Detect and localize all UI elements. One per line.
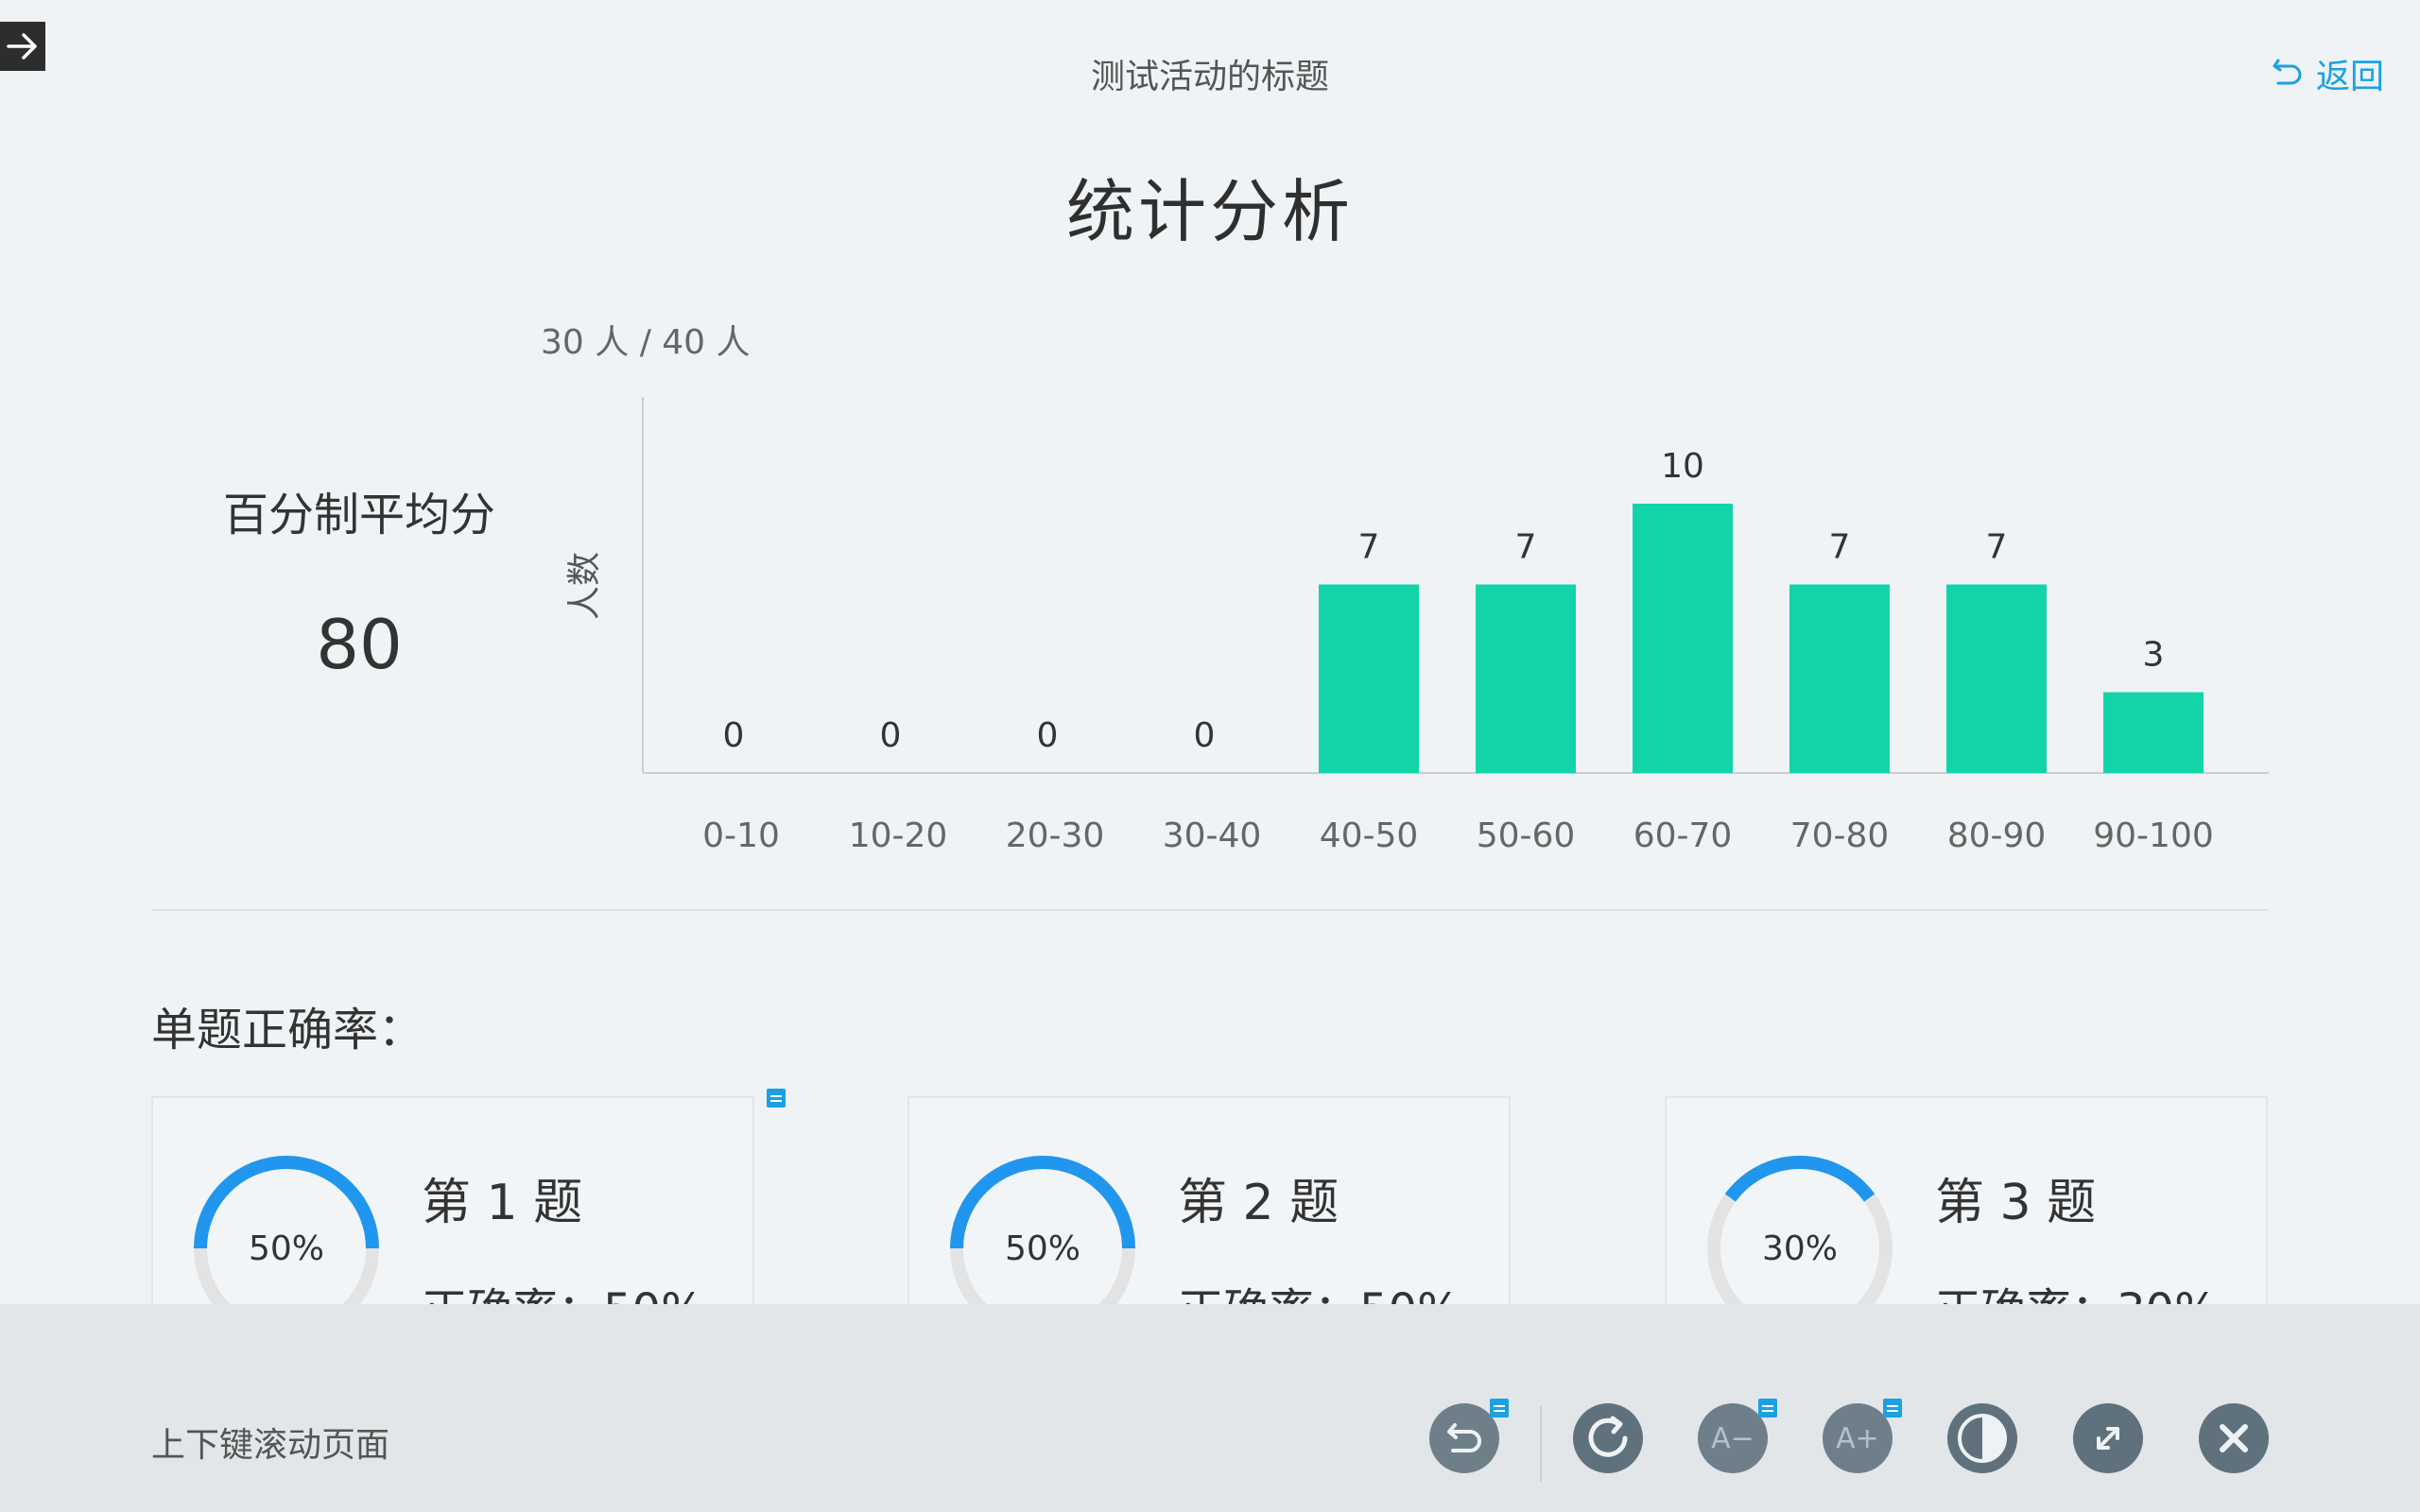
bar-50-60 [1476, 584, 1576, 773]
question-accuracy-title: 单题正确率： [151, 1004, 424, 1057]
y-axis-label: 人数 [565, 552, 604, 620]
average-score-value: 80 [316, 605, 403, 684]
tick-20-30: 20-30 [1006, 816, 1105, 850]
font-increase-button[interactable]: A+ [1823, 1403, 1893, 1473]
average-score-label: 百分制平均分 [223, 489, 496, 541]
undo-note-icon [1490, 1399, 1509, 1418]
note-icon[interactable] [767, 1089, 786, 1108]
back-label: 返回 [2315, 58, 2384, 96]
bar-value-90-100: 3 [2143, 636, 2165, 675]
refresh-button[interactable] [1573, 1403, 1643, 1473]
contrast-button[interactable] [1947, 1403, 2017, 1473]
scroll-hint: 上下键滚动页面 [151, 1426, 390, 1465]
tick-50-60: 50-60 [1477, 816, 1576, 850]
bar-60-70 [1633, 504, 1733, 773]
bar-70-80 [1789, 584, 1890, 773]
tick-0-10: 0-10 [702, 816, 780, 850]
font-increase-note-icon [1883, 1399, 1902, 1418]
contrast-icon [1958, 1414, 2007, 1463]
section-divider [151, 909, 2269, 911]
toolbar-separator [1540, 1406, 1542, 1482]
font-decrease-button[interactable]: A− [1698, 1403, 1768, 1473]
bar-value-0-10: 0 [723, 716, 745, 755]
tick-10-20: 10-20 [849, 816, 948, 850]
bar-80-90 [1946, 584, 2047, 773]
score-distribution-chart: 人数 0 0-10 0 10-20 0 20-30 0 30-40 7 40-50 7 50-60 10 6… [565, 397, 2269, 850]
tick-70-80: 70-80 [1790, 816, 1890, 850]
refresh-icon [1588, 1416, 1628, 1457]
tick-60-70: 60-70 [1634, 816, 1733, 850]
tick-40-50: 40-50 [1320, 816, 1419, 850]
page-title: 统计分析 [1065, 172, 1354, 251]
font-increase-icon: A+ [1836, 1421, 1879, 1455]
tick-90-100: 90-100 [2093, 816, 2214, 850]
back-button[interactable]: 返回 [2271, 49, 2384, 98]
bar-value-60-70: 10 [1661, 447, 1704, 486]
bar-value-10-20: 0 [880, 716, 902, 755]
participation-count: 30 人 / 40 人 [541, 323, 751, 362]
tick-80-90: 80-90 [1947, 816, 2047, 850]
bar-value-80-90: 7 [1986, 528, 2008, 567]
bar-value-40-50: 7 [1358, 528, 1380, 567]
bottom-toolbar [0, 1304, 2420, 1512]
bar-value-20-30: 0 [1037, 716, 1059, 755]
bar-value-30-40: 0 [1194, 716, 1216, 755]
bar-value-70-80: 7 [1829, 528, 1851, 567]
expand-icon [2097, 1427, 2119, 1450]
close-button[interactable] [2199, 1403, 2269, 1473]
undo-button[interactable] [1429, 1403, 1499, 1473]
tick-30-40: 30-40 [1163, 816, 1262, 850]
fullscreen-button[interactable] [2073, 1403, 2143, 1473]
font-decrease-icon: A− [1711, 1421, 1754, 1455]
bar-40-50 [1319, 584, 1419, 773]
undo-icon [1447, 1423, 1481, 1452]
close-icon [2220, 1424, 2248, 1452]
question-title-1: 第 1 题 [422, 1175, 583, 1231]
question-title-2: 第 2 题 [1178, 1175, 1340, 1231]
question-title-3: 第 3 题 [1935, 1175, 2097, 1231]
activity-title: 测试活动的标题 [1090, 58, 1329, 96]
bar-90-100 [2103, 692, 2204, 773]
bar-value-50-60: 7 [1515, 528, 1537, 567]
font-decrease-note-icon [1758, 1399, 1777, 1418]
back-arrow-icon [2273, 59, 2302, 85]
